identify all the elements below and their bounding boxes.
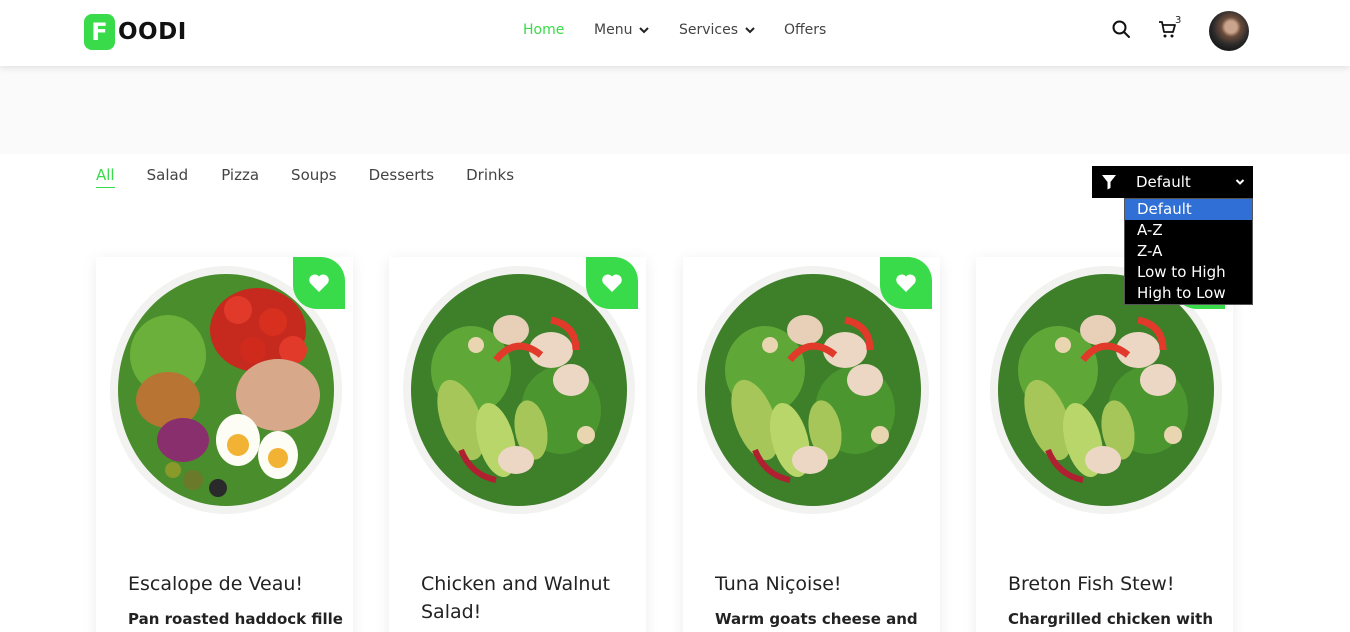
sort-option-a-z[interactable]: A-Z — [1125, 220, 1252, 241]
product-card[interactable]: Chicken and Walnut Salad! — [389, 257, 646, 632]
header-actions: 3 — [1108, 11, 1249, 51]
nav-home-label: Home — [523, 22, 565, 38]
avatar[interactable] — [1209, 11, 1249, 51]
heart-icon — [896, 274, 916, 292]
tab-desserts[interactable]: Desserts — [369, 166, 435, 188]
favorite-button[interactable] — [293, 257, 345, 309]
nav-offers[interactable]: Offers — [784, 22, 826, 38]
cart-count-badge: 3 — [1175, 15, 1182, 26]
sort-option-z-a[interactable]: Z-A — [1125, 241, 1252, 262]
logo-text: OODI — [118, 19, 187, 45]
card-title: Chicken and Walnut Salad! — [421, 573, 610, 623]
card-description: Warm goats cheese and — [715, 610, 918, 628]
cart-icon — [1159, 21, 1176, 38]
nav-services[interactable]: Services — [679, 22, 784, 38]
nav-home[interactable]: Home — [523, 22, 594, 38]
sort-option-low-to-high[interactable]: Low to High — [1125, 262, 1252, 283]
nav-menu[interactable]: Menu — [594, 22, 679, 38]
tab-drinks[interactable]: Drinks — [466, 166, 514, 188]
category-tabs: All Salad Pizza Soups Desserts Drinks — [96, 166, 514, 188]
sort-option-high-to-low[interactable]: High to Low — [1125, 283, 1252, 304]
card-title: Tuna Niçoise! — [715, 573, 842, 595]
logo-badge: F — [84, 14, 115, 50]
search-icon — [1112, 20, 1130, 38]
main-nav: Home Menu Services Offers — [523, 22, 826, 38]
sort-options-menu: Default A-Z Z-A Low to High High to Low — [1124, 198, 1253, 305]
product-card[interactable]: Breton Fish Stew! Chargrilled chicken wi… — [976, 257, 1233, 632]
brand-logo[interactable]: F OODI — [84, 14, 187, 50]
sort-control: Default — [1092, 166, 1253, 198]
nav-menu-label: Menu — [594, 22, 633, 38]
card-description: Pan roasted haddock fillet — [128, 610, 343, 628]
card-description: Chargrilled chicken with — [1008, 610, 1213, 628]
tab-pizza[interactable]: Pizza — [221, 166, 259, 188]
search-button[interactable] — [1108, 16, 1134, 42]
heart-icon — [602, 274, 622, 292]
chevron-down-icon — [745, 27, 755, 34]
chevron-down-icon — [1235, 179, 1245, 185]
nav-offers-label: Offers — [784, 22, 827, 38]
sort-option-default[interactable]: Default — [1125, 199, 1252, 220]
card-title: Breton Fish Stew! — [1008, 573, 1175, 595]
heart-icon — [309, 274, 329, 292]
card-title: Escalope de Veau! — [128, 573, 303, 595]
filter-icon — [1092, 166, 1125, 198]
nav-services-label: Services — [679, 22, 739, 38]
product-card[interactable]: Tuna Niçoise! Warm goats cheese and — [683, 257, 940, 632]
tab-all[interactable]: All — [96, 166, 115, 188]
sort-selected-value: Default — [1136, 173, 1191, 191]
product-card[interactable]: Escalope de Veau! Pan roasted haddock fi… — [96, 257, 353, 632]
site-header: F OODI Home Menu Services Offers 3 — [0, 0, 1350, 66]
tab-salad[interactable]: Salad — [147, 166, 189, 188]
tab-soups[interactable]: Soups — [291, 166, 337, 188]
hero-band — [0, 66, 1350, 154]
favorite-button[interactable] — [586, 257, 638, 309]
chevron-down-icon — [639, 27, 650, 34]
sort-select[interactable]: Default — [1125, 166, 1253, 198]
favorite-button[interactable] — [880, 257, 932, 309]
